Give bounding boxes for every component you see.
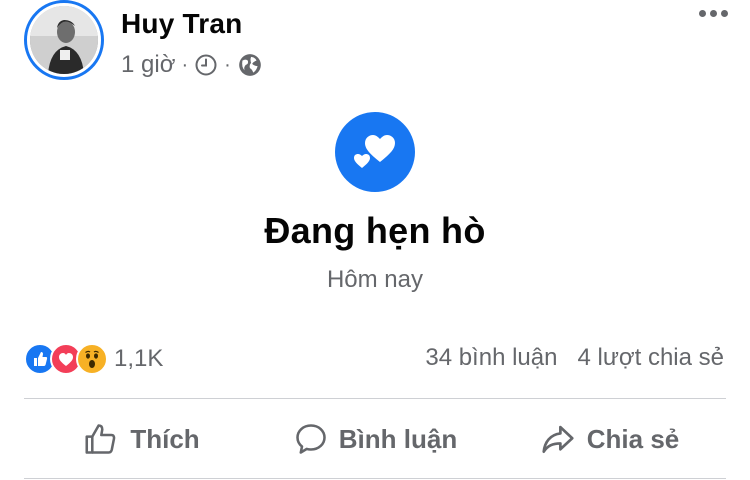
clock-icon [194,53,218,77]
reactions-summary[interactable]: 1,1K [24,342,163,376]
post-time[interactable]: 1 giờ [121,51,175,79]
divider [24,478,726,479]
thumbs-up-icon [82,420,120,458]
wow-reaction-icon [76,343,108,375]
hearts-icon [335,112,415,192]
comment-label: Bình luận [338,423,458,454]
profile-photo [30,6,98,74]
action-bar: Thích Bình luận Chia sẻ [24,400,726,478]
avatar[interactable] [24,0,104,80]
divider [24,398,726,399]
post-meta: 1 giờ · · [121,51,263,79]
share-count[interactable]: 4 lượt chia sẻ [577,344,724,372]
comment-icon [293,421,329,457]
like-button[interactable]: Thích [24,400,258,478]
share-icon [539,420,577,458]
comment-count[interactable]: 34 bình luận [425,344,557,372]
avatar-image [30,6,98,74]
more-dot [710,10,717,17]
meta-separator: · [181,54,189,76]
post-stats: 34 bình luận 4 lượt chia sẻ [425,344,724,372]
like-label: Thích [130,423,200,454]
share-label: Chia sẻ [586,423,680,454]
event-title: Đang hẹn hò [264,210,486,251]
more-options-icon[interactable] [699,10,728,17]
comment-button[interactable]: Bình luận [258,400,492,478]
share-button[interactable]: Chia sẻ [492,400,726,478]
event-date: Hôm nay [326,266,424,293]
meta-separator: · [224,54,231,76]
globe-icon[interactable] [237,52,263,78]
reaction-count[interactable]: 1,1K [114,345,163,373]
more-dot [699,10,706,17]
author-name[interactable]: Huy Tran [121,8,242,40]
more-dot [721,10,728,17]
